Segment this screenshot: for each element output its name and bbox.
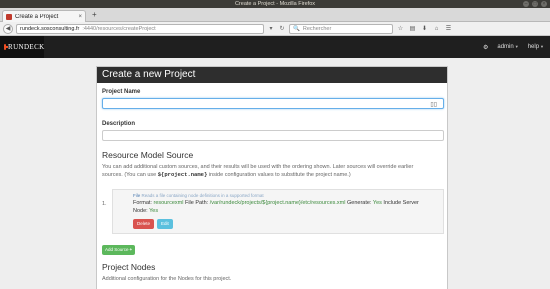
menu-icon[interactable]: ☰: [444, 25, 453, 32]
generate-value: Yes: [372, 200, 382, 206]
new-tab-icon[interactable]: +: [92, 10, 97, 20]
tab-close-icon[interactable]: ×: [78, 14, 82, 20]
project-name-label: Project Name: [102, 89, 141, 95]
url-bar[interactable]: rundeck.sosconsulting.fr:4440/resources/…: [16, 23, 264, 34]
path-label: File Path:: [184, 200, 209, 206]
delete-button[interactable]: Delete: [133, 219, 155, 229]
format-value: resourcexml: [153, 200, 184, 206]
add-source-button[interactable]: Add Source+: [102, 245, 136, 255]
include-server-label: Include Server: [383, 200, 419, 206]
brand[interactable]: RUNDECK: [0, 36, 44, 58]
close-window-button[interactable]: ×: [541, 1, 547, 7]
url-path: :4440/resources/createProject: [82, 25, 156, 32]
source-index: 1.: [102, 201, 107, 207]
tab-strip: Create a Project × +: [0, 8, 550, 22]
browser-tab[interactable]: Create a Project ×: [2, 10, 86, 22]
panel-body: Project Name ▯▯ Description Resource Mod…: [97, 83, 447, 287]
add-source-label: Add Source: [105, 247, 129, 252]
app-header: RUNDECK ⚙ admin▼ help▼: [0, 36, 550, 58]
description-input[interactable]: [102, 130, 444, 141]
project-nodes-title: Project Nodes: [102, 262, 156, 272]
format-label: Format:: [133, 200, 152, 206]
bookmark-star-icon[interactable]: ☆: [396, 25, 405, 32]
home-icon[interactable]: ⌂: [432, 26, 441, 32]
page-title: Create a new Project: [97, 67, 447, 83]
resource-help-text: You can add additional custom sources, a…: [102, 163, 442, 179]
url-dropdown-icon[interactable]: ▾: [267, 25, 275, 32]
downloads-icon[interactable]: ⬇: [420, 25, 429, 32]
edit-button[interactable]: Edit: [157, 219, 173, 229]
reload-icon[interactable]: ↻: [278, 25, 286, 32]
header-actions: ⚙ admin▼ help▼: [483, 36, 544, 58]
user-menu[interactable]: admin▼: [497, 44, 518, 50]
minimize-button[interactable]: –: [523, 1, 529, 7]
resource-help-line-1: You can add additional custom sources, a…: [102, 164, 414, 170]
help-label: help: [527, 44, 540, 50]
window-controls: – □ ×: [523, 1, 547, 7]
project-name-input[interactable]: [102, 98, 444, 109]
url-host: rundeck.sosconsulting.fr: [20, 25, 80, 32]
generate-label: Generate:: [347, 200, 372, 206]
resource-source-item: File Reads a file containing node defini…: [112, 189, 444, 234]
maximize-button[interactable]: □: [532, 1, 538, 7]
source-title: File Reads a file containing node defini…: [133, 193, 437, 198]
resource-help-line-2a: sources. (You can use: [102, 172, 157, 178]
caret-down-icon: ▼: [514, 44, 519, 49]
source-actions: Delete Edit: [133, 219, 437, 229]
plus-icon: +: [129, 247, 133, 252]
search-icon: 🔍: [293, 25, 300, 32]
navigation-toolbar: ◀ rundeck.sosconsulting.fr:4440/resource…: [0, 22, 550, 36]
window-title-bar: Create a Project - Mozilla Firefox – □ ×: [0, 0, 550, 8]
user-name: admin: [497, 44, 514, 50]
node-value: Yes: [149, 208, 159, 214]
help-caret-down-icon: ▼: [540, 44, 544, 49]
gear-icon[interactable]: ⚙: [483, 44, 488, 51]
input-picker-icon: ▯▯: [430, 102, 437, 108]
source-type: File: [133, 193, 141, 198]
description-label: Description: [102, 121, 136, 127]
project-nodes-help: Additional configuration for the Nodes f…: [102, 276, 232, 282]
brand-name: RUNDECK: [8, 43, 45, 51]
resource-help-line-2b: inside configuration values to substitut…: [208, 172, 351, 178]
help-menu[interactable]: help▼: [528, 44, 544, 50]
window-title: Create a Project - Mozilla Firefox: [234, 1, 316, 7]
create-project-panel: Create a new Project Project Name ▯▯ Des…: [96, 66, 448, 289]
project-name-variable: ${project.name}: [157, 171, 208, 178]
reading-list-icon[interactable]: ▤: [408, 25, 417, 32]
source-config: Format: resourcexml File Path: /var/rund…: [133, 199, 437, 215]
search-input[interactable]: 🔍 Rechercher: [289, 23, 393, 34]
tab-title: Create a Project: [15, 13, 59, 20]
node-label: Node:: [133, 208, 148, 214]
rundeck-favicon-icon: [6, 13, 12, 20]
rundeck-logo-icon: [4, 44, 8, 50]
back-arrow-icon[interactable]: ◀: [3, 23, 13, 34]
resource-model-source-title: Resource Model Source: [102, 150, 194, 160]
source-description: Reads a file containing node definitions…: [141, 193, 264, 198]
path-value: /var/rundeck/projects/${project.name}/et…: [209, 200, 346, 206]
search-placeholder: Rechercher: [302, 25, 332, 32]
